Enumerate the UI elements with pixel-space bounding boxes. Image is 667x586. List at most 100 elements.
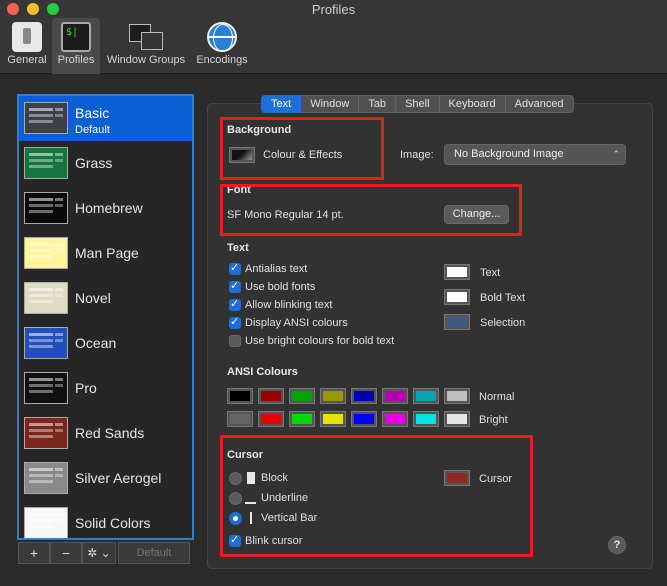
text-option-checkbox[interactable] xyxy=(229,315,241,329)
ansi-bright-label: Bright xyxy=(479,414,508,426)
profile-item[interactable]: Basic Default xyxy=(19,96,192,141)
ansi-bright-colour-well[interactable] xyxy=(413,411,439,427)
ansi-bright-colour-well[interactable] xyxy=(227,411,253,427)
ansi-normal-colour-well[interactable] xyxy=(227,388,253,404)
profile-thumbnail xyxy=(24,192,68,224)
text-option-label: Antialias text xyxy=(245,263,308,275)
chevron-updown-icon: ⌃ xyxy=(612,149,620,159)
toolbar-profiles-label: Profiles xyxy=(57,54,95,66)
ansi-bright-colour-well[interactable] xyxy=(444,411,470,427)
profile-thumbnail xyxy=(24,237,68,269)
ansi-normal-colour-well[interactable] xyxy=(258,388,284,404)
ansi-section-title: ANSI Colours xyxy=(227,366,298,378)
profile-item[interactable]: Novel xyxy=(19,276,192,321)
remove-profile-button[interactable]: − xyxy=(50,542,82,564)
terminal-icon xyxy=(61,22,91,52)
toolbar-encodings[interactable]: Encodings xyxy=(192,18,252,74)
profile-name: Solid Colors xyxy=(75,515,151,531)
profile-list[interactable]: Basic Default Grass Homebrew Man Page Novel Oc… xyxy=(17,94,194,540)
profile-thumbnail xyxy=(24,147,68,179)
profile-thumbnail xyxy=(24,462,68,494)
ansi-normal-colour-well[interactable] xyxy=(413,388,439,404)
background-image-select[interactable]: No Background Image ⌃ xyxy=(444,144,626,165)
profile-item[interactable]: Grass xyxy=(19,141,192,186)
profile-item[interactable]: Pro xyxy=(19,366,192,411)
tab-shell[interactable]: Shell xyxy=(396,95,440,113)
window-title: Profiles xyxy=(311,2,356,17)
profile-item[interactable]: Homebrew xyxy=(19,186,192,231)
highlight-cursor xyxy=(220,435,533,557)
ansi-bright-colour-well[interactable] xyxy=(351,411,377,427)
text-colour-label: Text xyxy=(480,267,501,279)
text-option-label: Use bold fonts xyxy=(245,281,316,293)
tab-window[interactable]: Window xyxy=(301,95,360,113)
text-option-checkbox[interactable] xyxy=(229,297,241,311)
general-icon xyxy=(12,22,42,52)
text-option-checkbox[interactable] xyxy=(229,279,241,293)
profile-name: Red Sands xyxy=(75,425,145,441)
text-option-label: Display ANSI colours xyxy=(245,317,348,329)
window-toolbar: Profiles General Profiles Window Groups … xyxy=(0,0,667,74)
ansi-bright-colour-well[interactable] xyxy=(289,411,315,427)
text-section-title: Text xyxy=(227,242,249,254)
window-groups-icon xyxy=(129,22,163,52)
toolbar-profiles[interactable]: Profiles xyxy=(52,18,100,74)
profile-item[interactable]: Solid Colors xyxy=(19,501,192,538)
default-profile-button[interactable]: Default xyxy=(118,542,190,564)
profile-item[interactable]: Man Page xyxy=(19,231,192,276)
profile-item[interactable]: Silver Aerogel xyxy=(19,456,192,501)
tab-text[interactable]: Text xyxy=(261,95,302,113)
profile-thumbnail xyxy=(24,327,68,359)
profile-thumbnail xyxy=(24,417,68,449)
settings-tabs: Text Window Tab Shell Keyboard Advanced xyxy=(261,95,574,113)
ansi-normal-colour-well[interactable] xyxy=(351,388,377,404)
toolbar-general[interactable]: General xyxy=(4,18,50,74)
profile-name: Silver Aerogel xyxy=(75,470,162,486)
add-profile-button[interactable]: + xyxy=(18,542,50,564)
text-option-checkbox[interactable] xyxy=(229,335,241,347)
text-option-label: Use bright colours for bold text xyxy=(245,335,395,347)
ansi-normal-label: Normal xyxy=(479,391,515,403)
text-option-checkbox[interactable] xyxy=(229,261,241,275)
text-colour-label: Bold Text xyxy=(480,292,526,304)
profile-name: Homebrew xyxy=(75,200,143,216)
profile-name: Pro xyxy=(75,380,97,396)
ansi-bright-colour-well[interactable] xyxy=(382,411,408,427)
ansi-bright-colour-well[interactable] xyxy=(320,411,346,427)
ansi-normal-colour-well[interactable] xyxy=(444,388,470,404)
profile-default-badge: Default xyxy=(75,124,110,136)
profile-name: Man Page xyxy=(75,245,139,261)
highlight-font xyxy=(220,184,522,236)
toolbar-window-groups[interactable]: Window Groups xyxy=(102,18,190,74)
tab-tab[interactable]: Tab xyxy=(359,95,397,113)
text-colour-well[interactable] xyxy=(444,264,470,280)
toolbar-general-label: General xyxy=(7,54,47,66)
text-colour-label: Selection xyxy=(480,317,526,329)
ansi-normal-colour-well[interactable] xyxy=(382,388,408,404)
text-colour-well[interactable] xyxy=(444,314,470,330)
ansi-bright-colour-well[interactable] xyxy=(258,411,284,427)
profile-name: Novel xyxy=(75,290,111,306)
gear-menu-button[interactable]: ✲ ⌄ xyxy=(82,542,116,564)
text-option-label: Allow blinking text xyxy=(245,299,333,311)
globe-icon xyxy=(207,22,237,52)
profile-item[interactable]: Ocean xyxy=(19,321,192,366)
tab-advanced[interactable]: Advanced xyxy=(505,95,574,113)
profile-name: Basic xyxy=(75,105,110,121)
help-button[interactable]: ? xyxy=(608,536,626,554)
toolbar-encodings-label: Encodings xyxy=(196,54,248,66)
tab-keyboard[interactable]: Keyboard xyxy=(439,95,506,113)
ansi-normal-colour-well[interactable] xyxy=(320,388,346,404)
profile-name: Ocean xyxy=(75,335,117,351)
background-image-value: No Background Image xyxy=(454,148,564,160)
profile-thumbnail xyxy=(24,282,68,314)
text-colour-well[interactable] xyxy=(444,289,470,305)
profile-item[interactable]: Red Sands xyxy=(19,411,192,456)
profile-thumbnail xyxy=(24,372,68,404)
profile-thumbnail xyxy=(24,102,68,134)
highlight-background xyxy=(220,117,384,180)
image-label: Image: xyxy=(400,149,434,161)
ansi-normal-colour-well[interactable] xyxy=(289,388,315,404)
profile-name: Grass xyxy=(75,155,113,171)
toolbar-window-groups-label: Window Groups xyxy=(106,54,186,66)
